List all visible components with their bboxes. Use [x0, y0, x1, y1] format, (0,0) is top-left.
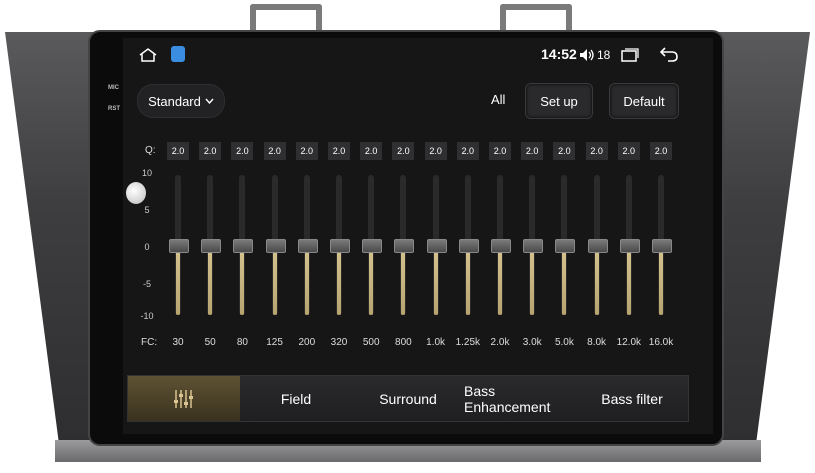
- q-value-box[interactable]: 2.0: [360, 142, 383, 160]
- tab-surround[interactable]: Surround: [352, 376, 465, 421]
- eq-slider-handle[interactable]: [619, 239, 640, 253]
- equalizer-icon: [174, 389, 193, 408]
- eq-slider-handle[interactable]: [362, 239, 383, 253]
- frequency-label: 1.25k: [455, 337, 481, 348]
- frequency-label: 8.0k: [587, 337, 607, 348]
- eq-slider-handle[interactable]: [297, 239, 318, 253]
- eq-slider-fill: [433, 245, 438, 315]
- frequency-label: 2.0k: [490, 337, 510, 348]
- default-button[interactable]: Default: [609, 83, 679, 119]
- all-toggle[interactable]: All: [491, 92, 505, 107]
- tab-bass-enhancement[interactable]: Bass Enhancement: [464, 376, 577, 421]
- q-value-box[interactable]: 2.0: [295, 142, 318, 160]
- eq-slider-fill: [465, 245, 470, 315]
- frequency-label: 80: [236, 337, 248, 348]
- eq-slider-handle[interactable]: [652, 239, 672, 253]
- eq-slider-fill: [337, 245, 341, 315]
- eq-slider-handle[interactable]: [458, 239, 479, 253]
- preset-label: Standard: [148, 93, 201, 109]
- q-value-box[interactable]: 2.0: [585, 142, 608, 160]
- home-icon[interactable]: [139, 48, 157, 62]
- eq-slider-fill: [626, 245, 631, 315]
- gain-tick-label: 0: [144, 242, 150, 252]
- frequency-label: 5.0k: [554, 337, 574, 348]
- q-value-box[interactable]: 2.0: [553, 142, 576, 160]
- eq-tab-bar: Field Surround Bass Enhancement Bass filter: [127, 375, 689, 422]
- q-value-box[interactable]: 2.0: [167, 142, 189, 160]
- eq-slider-handle[interactable]: [587, 239, 608, 253]
- eq-slider-handle[interactable]: [523, 239, 544, 253]
- frequency-label: 30: [172, 337, 184, 348]
- gain-tick-label: 10: [141, 168, 152, 178]
- volume-icon[interactable]: [579, 48, 595, 62]
- eq-slider-handle[interactable]: [265, 239, 286, 253]
- q-value-box[interactable]: 2.0: [328, 142, 350, 160]
- q-value-box[interactable]: 2.0: [199, 142, 222, 160]
- eq-slider-fill: [272, 245, 277, 315]
- q-value-box[interactable]: 2.0: [424, 142, 447, 160]
- eq-slider-handle[interactable]: [233, 239, 254, 253]
- eq-slider-handle[interactable]: [201, 239, 222, 253]
- q-label: Q:: [145, 145, 156, 156]
- tab-equalizer[interactable]: [128, 376, 241, 421]
- fc-label: FC:: [141, 337, 158, 348]
- volume-level: 18: [597, 48, 611, 62]
- frequency-label: 3.0k: [522, 337, 542, 348]
- rst-label[interactable]: RST: [108, 106, 120, 112]
- status-bar: 14:52 18: [123, 38, 713, 72]
- tab-bass-filter[interactable]: Bass filter: [576, 376, 689, 421]
- gain-tick-label: -5: [142, 279, 151, 289]
- eq-screen: 14:52 18 Standard All Set up Default Q: …: [123, 38, 713, 434]
- q-value-box[interactable]: 2.0: [392, 142, 415, 160]
- eq-slider-handle[interactable]: [491, 239, 511, 253]
- eq-slider-fill: [530, 245, 535, 315]
- app-icon[interactable]: [171, 46, 185, 62]
- eq-slider-fill: [659, 245, 663, 315]
- q-value-box[interactable]: 2.0: [650, 142, 672, 160]
- setup-button[interactable]: Set up: [525, 83, 593, 119]
- gain-tick-label: 5: [144, 205, 150, 215]
- back-icon[interactable]: [659, 46, 679, 62]
- eq-slider-handle[interactable]: [169, 239, 189, 253]
- frequency-label: 320: [330, 337, 348, 348]
- q-value-box[interactable]: 2.0: [489, 142, 511, 160]
- recent-apps-icon[interactable]: [621, 48, 639, 62]
- eq-slider-fill: [176, 245, 180, 315]
- q-value-box[interactable]: 2.0: [263, 142, 286, 160]
- eq-slider-fill: [208, 245, 213, 315]
- frequency-label: 1.0k: [426, 337, 446, 348]
- frequency-label: 50: [204, 337, 216, 348]
- eq-slider-fill: [562, 245, 567, 315]
- eq-slider-handle[interactable]: [555, 239, 576, 253]
- eq-slider-handle[interactable]: [426, 239, 447, 253]
- eq-slider-fill: [304, 245, 309, 315]
- mic-label: MIC: [108, 85, 119, 91]
- eq-slider-handle[interactable]: [330, 239, 350, 253]
- q-value-box[interactable]: 2.0: [521, 142, 544, 160]
- frequency-label: 500: [362, 337, 380, 348]
- chevron-down-icon: [205, 98, 214, 104]
- frequency-label: 800: [395, 337, 412, 348]
- eq-slider-fill: [498, 245, 502, 315]
- q-value-box[interactable]: 2.0: [456, 142, 479, 160]
- eq-slider-fill: [594, 245, 599, 315]
- tab-field[interactable]: Field: [240, 376, 353, 421]
- frequency-label: 16.0k: [648, 337, 674, 348]
- eq-slider-fill: [401, 245, 406, 315]
- eq-slider-fill: [240, 245, 245, 315]
- frequency-label: 125: [266, 337, 283, 348]
- q-value-box[interactable]: 2.0: [231, 142, 254, 160]
- eq-slider-fill: [369, 245, 374, 315]
- side-slider-knob[interactable]: [126, 182, 146, 204]
- preset-dropdown[interactable]: Standard: [137, 84, 225, 118]
- eq-slider-handle[interactable]: [394, 239, 415, 253]
- frequency-label: 200: [298, 337, 316, 348]
- q-value-box[interactable]: 2.0: [617, 142, 640, 160]
- frequency-label: 12.0k: [616, 337, 642, 348]
- gain-tick-label: -10: [140, 311, 154, 321]
- clock: 14:52: [541, 46, 577, 62]
